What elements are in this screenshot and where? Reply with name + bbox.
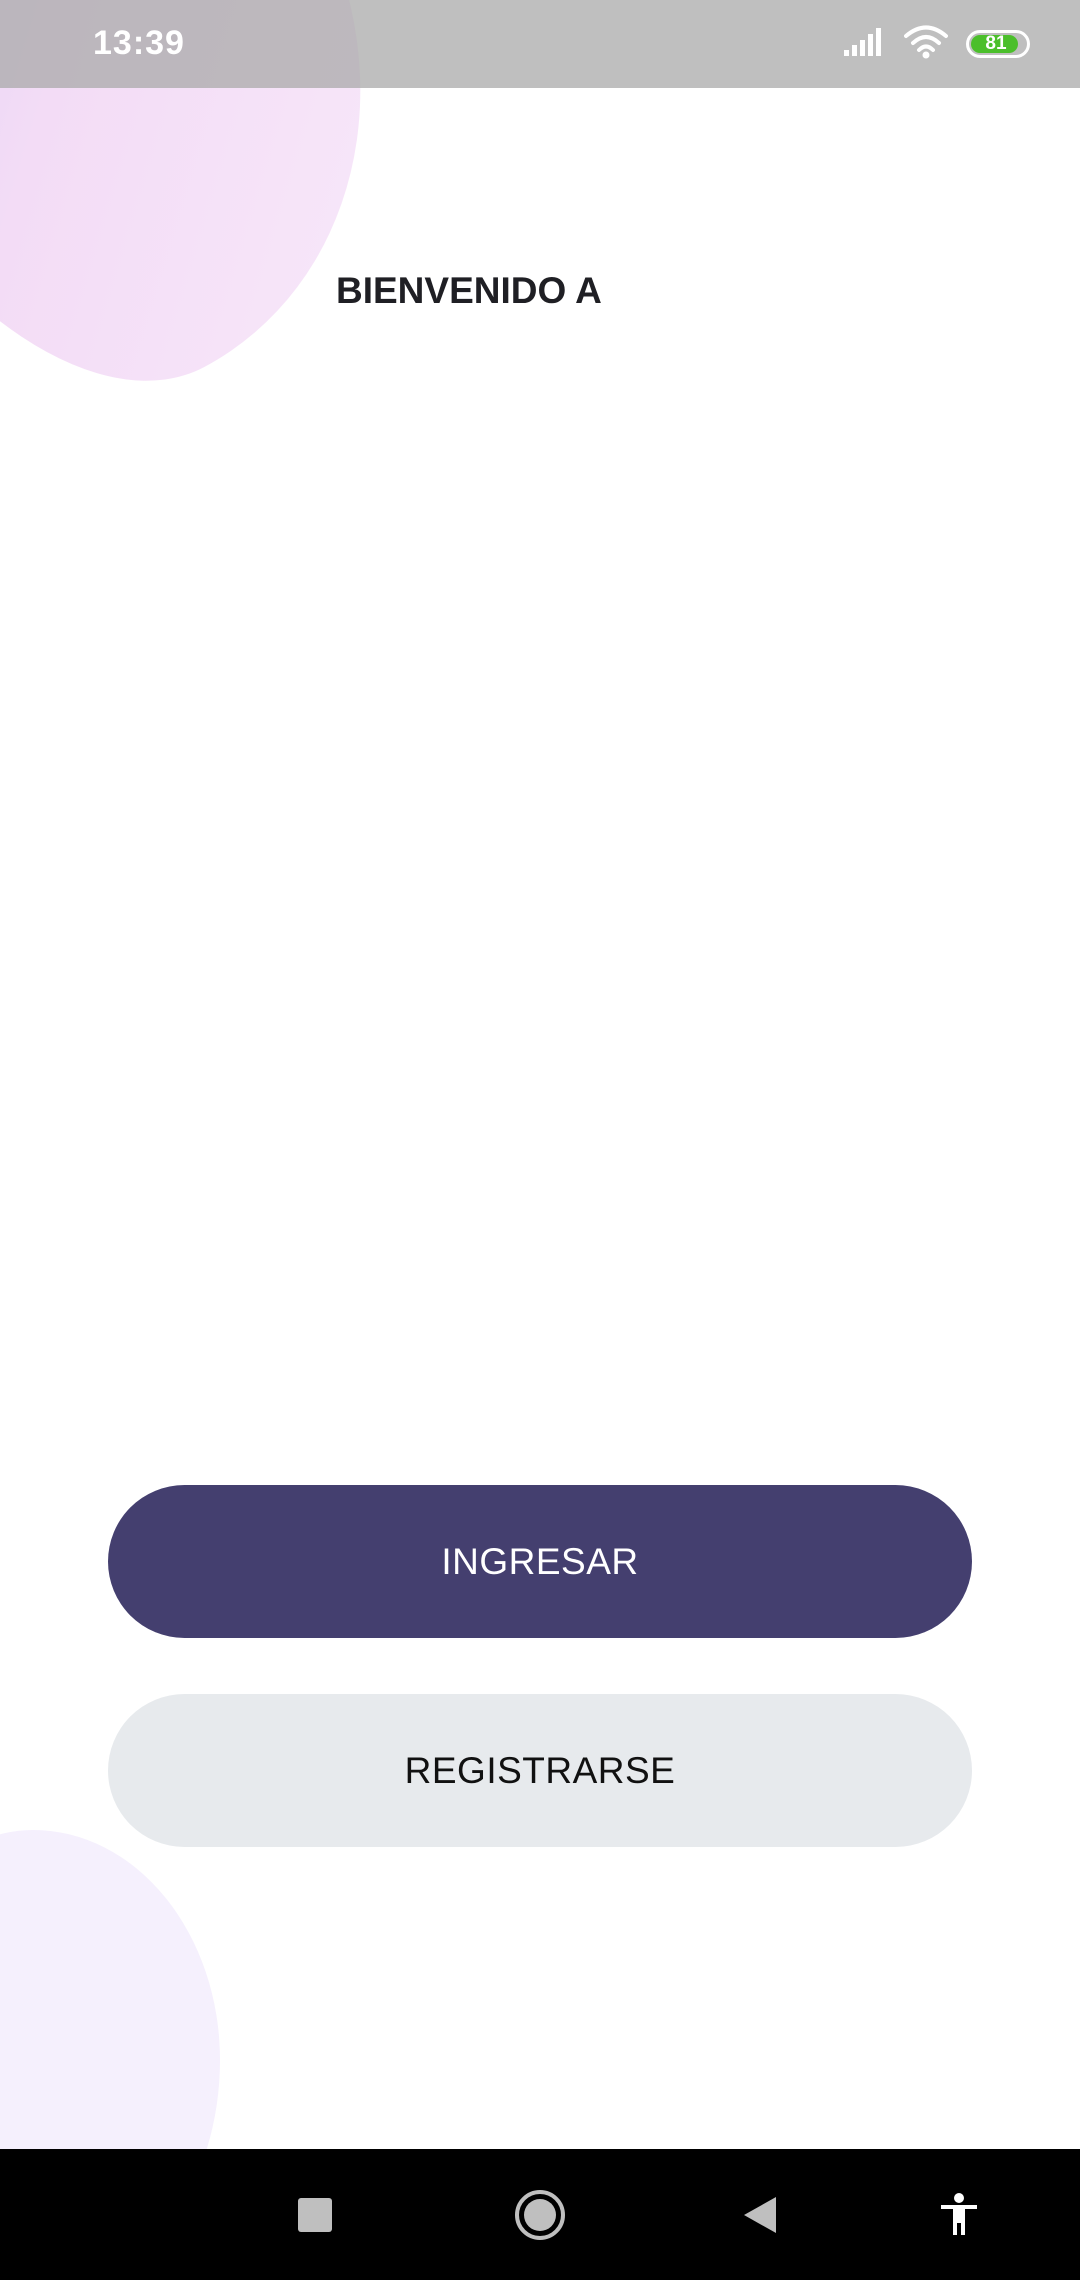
status-icons: 81 [844,22,1030,66]
back-icon [744,2196,776,2233]
wifi-icon [904,25,948,64]
welcome-screen: 13:39 81 BIENVENIDO A INGRESAR REGISTRAR… [0,0,1080,2280]
login-button[interactable]: INGRESAR [108,1485,972,1638]
accessibility-icon [941,2192,977,2235]
back-button[interactable] [705,2149,815,2280]
signal-icon [844,26,886,63]
recents-icon [298,2197,332,2232]
recents-button[interactable] [260,2149,370,2280]
navigation-bar [0,2149,1080,2280]
welcome-heading: BIENVENIDO A [336,270,602,311]
battery-icon: 81 [966,30,1030,58]
register-button[interactable]: REGISTRARSE [108,1694,972,1847]
home-icon [515,2189,565,2240]
status-bar: 13:39 81 [0,0,1080,88]
home-button[interactable] [485,2149,595,2280]
accessibility-button[interactable] [904,2149,1014,2280]
battery-level: 81 [985,33,1007,54]
status-time: 13:39 [93,24,185,62]
